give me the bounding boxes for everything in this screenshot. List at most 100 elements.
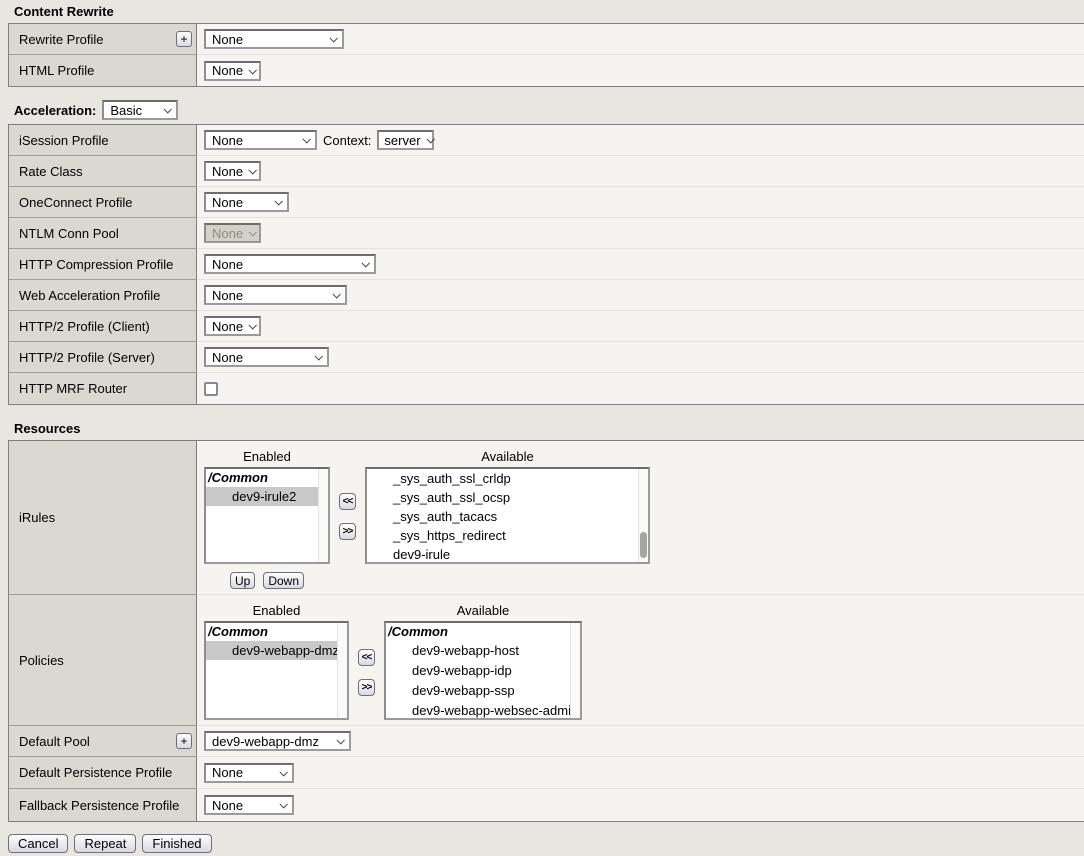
fallback-persistence-profile-label: Fallback Persistence Profile — [19, 798, 179, 813]
irules-move-left-button[interactable]: << — [339, 493, 356, 510]
chevron-down-icon — [336, 736, 344, 744]
scrollbar[interactable] — [638, 469, 648, 562]
chevron-down-icon — [249, 66, 257, 74]
resources-table: iRules Enabled /Common dev9-irule2 Up Do… — [8, 440, 1084, 822]
isession-context-select[interactable]: server — [377, 130, 434, 150]
list-group: /Common — [386, 623, 580, 641]
list-item[interactable]: dev9-irule2 — [206, 487, 328, 506]
http2-profile-client-value: None — [212, 319, 243, 334]
add-rewrite-profile-button[interactable]: + — [176, 31, 192, 47]
isession-profile-select[interactable]: None — [204, 130, 317, 150]
irules-up-button[interactable]: Up — [230, 572, 255, 589]
policies-label: Policies — [19, 653, 64, 668]
http-mrf-router-checkbox[interactable] — [204, 382, 218, 396]
row-default-pool: Default Pool + dev9-webapp-dmz — [9, 726, 1084, 757]
oneconnect-profile-select[interactable]: None — [204, 192, 289, 212]
default-persistence-profile-label: Default Persistence Profile — [19, 765, 172, 780]
list-item[interactable]: dev9-irule — [367, 545, 648, 564]
footer-buttons: Cancel Repeat Finished — [8, 834, 1084, 853]
list-item[interactable]: dev9-webapp-websec-admin — [386, 701, 580, 720]
chevron-down-icon — [279, 768, 287, 776]
list-group: /Common — [206, 623, 347, 641]
policies-available-header: Available — [457, 603, 510, 619]
repeat-button[interactable]: Repeat — [74, 834, 136, 853]
scrollbar[interactable] — [570, 623, 580, 718]
http2-profile-client-select[interactable]: None — [204, 316, 261, 336]
http2-profile-server-value: None — [212, 350, 243, 365]
irules-down-button[interactable]: Down — [263, 572, 304, 589]
chevron-down-icon — [361, 259, 369, 267]
oneconnect-profile-label: OneConnect Profile — [19, 195, 132, 210]
row-default-persistence-profile: Default Persistence Profile None — [9, 757, 1084, 789]
chevron-down-icon — [249, 228, 257, 236]
section-title-resources: Resources — [14, 421, 1084, 436]
irules-move-right-button[interactable]: >> — [339, 523, 356, 540]
scrollbar[interactable] — [337, 623, 347, 718]
default-persistence-profile-value: None — [212, 765, 243, 780]
html-profile-select[interactable]: None — [204, 61, 261, 81]
add-default-pool-button[interactable]: + — [176, 733, 192, 749]
chevron-down-icon — [249, 321, 257, 329]
irules-available-listbox[interactable]: _sys_auth_ssl_crldp _sys_auth_ssl_ocsp _… — [365, 467, 650, 564]
list-item[interactable]: _sys_auth_tacacs — [367, 507, 648, 526]
default-pool-value: dev9-webapp-dmz — [212, 734, 319, 749]
row-rewrite-profile: Rewrite Profile + None — [9, 24, 1084, 55]
policies-available-listbox[interactable]: /Common dev9-webapp-host dev9-webapp-idp… — [384, 621, 582, 720]
rewrite-profile-label: Rewrite Profile — [19, 32, 104, 47]
row-irules: iRules Enabled /Common dev9-irule2 Up Do… — [9, 441, 1084, 595]
acceleration-value: Basic — [110, 103, 142, 118]
irules-available-header: Available — [481, 449, 534, 465]
default-pool-select[interactable]: dev9-webapp-dmz — [204, 731, 351, 751]
http2-profile-server-select[interactable]: None — [204, 347, 329, 367]
chevron-down-icon — [426, 135, 434, 143]
list-item[interactable]: dev9-webapp-idp — [386, 661, 580, 681]
scrollbar-thumb[interactable] — [640, 532, 647, 558]
row-oneconnect-profile: OneConnect Profile None — [9, 187, 1084, 218]
section-title-content-rewrite: Content Rewrite — [14, 4, 1084, 19]
default-persistence-profile-select[interactable]: None — [204, 763, 294, 783]
list-item[interactable]: _sys_https_redirect — [367, 526, 648, 545]
isession-profile-value: None — [212, 133, 243, 148]
row-html-profile: HTML Profile None — [9, 55, 1084, 86]
policies-move-left-button[interactable]: << — [358, 649, 375, 666]
row-ntlm-conn-pool: NTLM Conn Pool None — [9, 218, 1084, 249]
chevron-down-icon — [314, 352, 322, 360]
list-item[interactable]: dev9-webapp-ssp — [386, 681, 580, 701]
chevron-down-icon — [249, 166, 257, 174]
row-http2-profile-client: HTTP/2 Profile (Client) None — [9, 311, 1084, 342]
cancel-button[interactable]: Cancel — [8, 834, 68, 853]
ntlm-conn-pool-value: None — [212, 226, 243, 241]
ntlm-conn-pool-select: None — [204, 223, 261, 243]
rewrite-profile-value: None — [212, 32, 243, 47]
list-item[interactable]: dev9-webapp-host — [386, 641, 580, 661]
web-acceleration-profile-value: None — [212, 288, 243, 303]
policies-move-right-button[interactable]: >> — [358, 679, 375, 696]
chevron-down-icon — [164, 105, 172, 113]
page: Content Rewrite Rewrite Profile + None H… — [0, 4, 1084, 853]
rate-class-select[interactable]: None — [204, 161, 261, 181]
irules-enabled-listbox[interactable]: /Common dev9-irule2 — [204, 467, 330, 564]
acceleration-select[interactable]: Basic — [102, 100, 178, 120]
web-acceleration-profile-select[interactable]: None — [204, 285, 347, 305]
chevron-down-icon — [279, 800, 287, 808]
rate-class-label: Rate Class — [19, 164, 83, 179]
rewrite-profile-select[interactable]: None — [204, 29, 344, 49]
default-pool-label: Default Pool — [19, 734, 90, 749]
http-compression-profile-select[interactable]: None — [204, 254, 376, 274]
policies-enabled-listbox[interactable]: /Common dev9-webapp-dmz — [204, 621, 349, 720]
policies-enabled-header: Enabled — [253, 603, 301, 619]
list-group: /Common — [206, 469, 328, 487]
fallback-persistence-profile-select[interactable]: None — [204, 795, 294, 815]
http-mrf-router-label: HTTP MRF Router — [19, 381, 127, 396]
list-item[interactable]: _sys_auth_ssl_ocsp — [367, 488, 648, 507]
list-item[interactable]: _sys_auth_ssl_crldp — [367, 469, 648, 488]
http-compression-profile-value: None — [212, 257, 243, 272]
acceleration-label: Acceleration: — [14, 103, 96, 118]
acceleration-table: iSession Profile None Context: server Ra… — [8, 124, 1084, 405]
content-rewrite-table: Rewrite Profile + None HTML Profile None — [8, 23, 1084, 87]
scrollbar[interactable] — [318, 469, 328, 562]
chevron-down-icon — [274, 197, 282, 205]
list-item[interactable]: dev9-webapp-dmz — [206, 641, 347, 660]
finished-button[interactable]: Finished — [142, 834, 211, 853]
acceleration-bar: Acceleration: Basic — [14, 99, 1084, 121]
